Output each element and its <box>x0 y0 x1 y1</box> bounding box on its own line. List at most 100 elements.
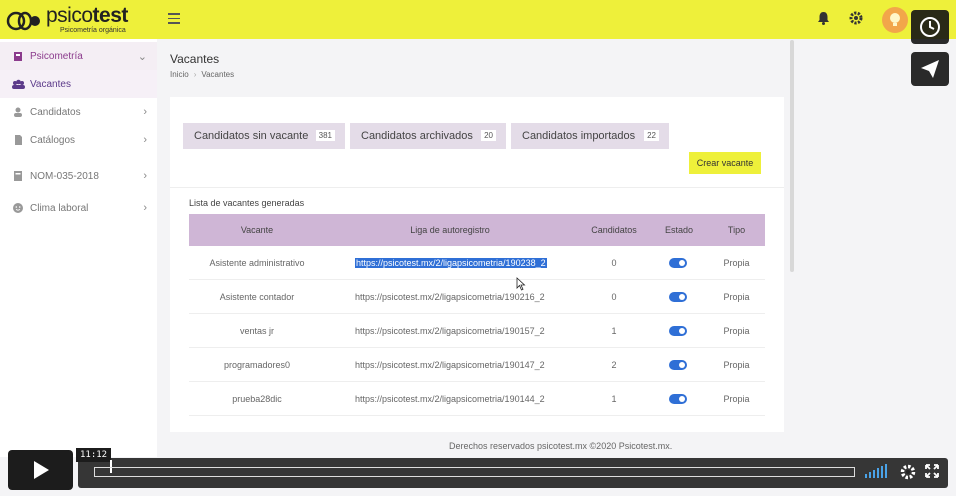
smile-icon <box>13 203 23 213</box>
page-title: Vacantes <box>170 52 220 66</box>
clock-icon <box>920 17 940 37</box>
registration-link[interactable]: https://psicotest.mx/2/ligapsicometria/1… <box>355 280 570 314</box>
tab-label: Candidatos sin vacante <box>194 130 309 142</box>
selected-link-text[interactable]: https://psicotest.mx/2/ligapsicometria/1… <box>355 258 547 268</box>
table-row: ventas jr https://psicotest.mx/2/ligapsi… <box>189 314 765 348</box>
bell-icon[interactable] <box>817 11 830 25</box>
share-button[interactable] <box>911 52 949 86</box>
sidebar-item-clima-laboral[interactable]: Clima laboral › <box>0 194 157 222</box>
table-row: Asistente contador https://psicotest.mx/… <box>189 280 765 314</box>
menu-toggle-icon[interactable] <box>168 13 180 24</box>
chevron-right-icon: › <box>143 106 147 118</box>
registration-link[interactable]: https://psicotest.mx/2/ligapsicometria/1… <box>355 246 570 280</box>
count-badge: 381 <box>315 130 335 141</box>
vacante-type: Propia <box>723 394 750 404</box>
status-toggle[interactable] <box>669 360 687 370</box>
sidebar-item-psicometria[interactable]: Psicometría ⌄ <box>0 42 157 70</box>
sidebar-item-label: NOM-035-2018 <box>30 170 99 182</box>
logo-tagline: Psicometría orgánica <box>60 27 126 34</box>
book-icon <box>14 171 22 181</box>
sidebar-item-label: Catálogos <box>30 134 76 146</box>
avatar[interactable] <box>882 7 908 33</box>
scrollbar[interactable] <box>790 40 794 272</box>
clipboard-icon <box>14 52 22 61</box>
logo-mark-icon <box>6 11 40 30</box>
status-toggle[interactable] <box>669 292 687 302</box>
tab-candidatos-importados[interactable]: Candidatos importados 22 <box>511 123 669 149</box>
column-header-candidatos[interactable]: Candidatos <box>584 214 644 246</box>
logo[interactable]: psicotest Psicometría orgánica <box>6 5 128 34</box>
chevron-right-icon: › <box>143 202 147 214</box>
file-icon <box>15 135 22 145</box>
vacante-name: Asistente administrativo <box>209 258 305 268</box>
table-header: Vacante Liga de autoregistro Candidatos … <box>189 214 765 246</box>
column-header-estado[interactable]: Estado <box>654 214 704 246</box>
vacante-type: Propia <box>723 326 750 336</box>
sidebar-item-catalogos[interactable]: Catálogos › <box>0 126 157 154</box>
vacante-type: Propia <box>723 360 750 370</box>
sidebar-item-candidatos[interactable]: Candidatos › <box>0 98 157 126</box>
registration-link[interactable]: https://psicotest.mx/2/ligapsicometria/1… <box>355 382 570 416</box>
breadcrumb-home[interactable]: Inicio <box>170 70 189 79</box>
candidate-count: 2 <box>611 360 617 370</box>
video-controls: 11:12 <box>0 447 956 496</box>
status-toggle[interactable] <box>669 326 687 336</box>
sidebar-item-label: Vacantes <box>30 78 71 90</box>
progress-bar[interactable] <box>94 467 855 477</box>
user-icon <box>14 107 22 117</box>
crear-vacante-button[interactable]: Crear vacante <box>689 152 761 174</box>
table-row-partial <box>189 416 765 432</box>
sidebar: Psicometría ⌄ Vacantes Candidatos › Catá… <box>0 39 157 457</box>
watch-later-button[interactable] <box>911 10 949 44</box>
candidate-count: 1 <box>611 394 617 404</box>
fullscreen-icon[interactable] <box>925 464 939 478</box>
column-header-vacante[interactable]: Vacante <box>189 214 325 246</box>
divider <box>170 187 784 188</box>
count-badge: 20 <box>481 130 496 141</box>
column-header-liga[interactable]: Liga de autoregistro <box>349 214 551 246</box>
sidebar-item-label: Candidatos <box>30 106 81 118</box>
vacantes-card: Candidatos sin vacante 381 Candidatos ar… <box>170 97 784 432</box>
table-row: prueba28dic https://psicotest.mx/2/ligap… <box>189 382 765 416</box>
lightbulb-icon <box>890 13 900 26</box>
table-row: programadores0 https://psicotest.mx/2/li… <box>189 348 765 382</box>
volume-icon[interactable] <box>865 464 889 478</box>
status-toggle[interactable] <box>669 394 687 404</box>
registration-link[interactable]: https://psicotest.mx/2/ligapsicometria/1… <box>355 348 570 382</box>
play-button[interactable] <box>8 450 73 490</box>
gear-icon[interactable] <box>849 11 863 25</box>
paper-plane-icon <box>921 60 939 78</box>
sidebar-item-nom-035[interactable]: NOM-035-2018 › <box>0 162 157 190</box>
vacante-name: Asistente contador <box>219 292 295 302</box>
tab-label: Candidatos archivados <box>361 130 473 142</box>
top-bar: psicotest Psicometría orgánica <box>0 0 956 39</box>
count-badge: 22 <box>644 130 659 141</box>
sidebar-item-vacantes[interactable]: Vacantes <box>0 70 157 98</box>
status-toggle[interactable] <box>669 258 687 268</box>
chevron-down-icon: ⌄ <box>137 50 147 63</box>
users-icon <box>12 79 25 89</box>
settings-gear-icon[interactable] <box>900 464 916 480</box>
vacante-name: prueba28dic <box>232 394 282 404</box>
candidate-count: 0 <box>611 292 617 302</box>
vacante-name: ventas jr <box>239 326 274 336</box>
mouse-cursor-icon <box>516 277 526 291</box>
vacante-type: Propia <box>723 292 750 302</box>
chevron-right-icon: › <box>143 170 147 182</box>
column-header-tipo[interactable]: Tipo <box>719 214 754 246</box>
logo-title: psicotest <box>46 4 128 27</box>
breadcrumb-current: Vacantes <box>201 70 235 79</box>
vacante-type: Propia <box>723 258 750 268</box>
chevron-right-icon: › <box>143 134 147 146</box>
tab-candidatos-sin-vacante[interactable]: Candidatos sin vacante 381 <box>183 123 345 149</box>
candidate-count: 1 <box>611 326 617 336</box>
breadcrumb: Inicio › Vacantes <box>170 70 234 79</box>
sidebar-item-label: Psicometría <box>30 50 83 62</box>
time-indicator: 11:12 <box>76 448 113 473</box>
tab-candidatos-archivados[interactable]: Candidatos archivados 20 <box>350 123 506 149</box>
registration-link[interactable]: https://psicotest.mx/2/ligapsicometria/1… <box>355 314 570 348</box>
list-title: Lista de vacantes generadas <box>189 198 305 208</box>
vacante-name: programadores0 <box>223 360 291 370</box>
sidebar-item-label: Clima laboral <box>30 202 89 214</box>
table-row: Asistente administrativo https://psicote… <box>189 246 765 280</box>
